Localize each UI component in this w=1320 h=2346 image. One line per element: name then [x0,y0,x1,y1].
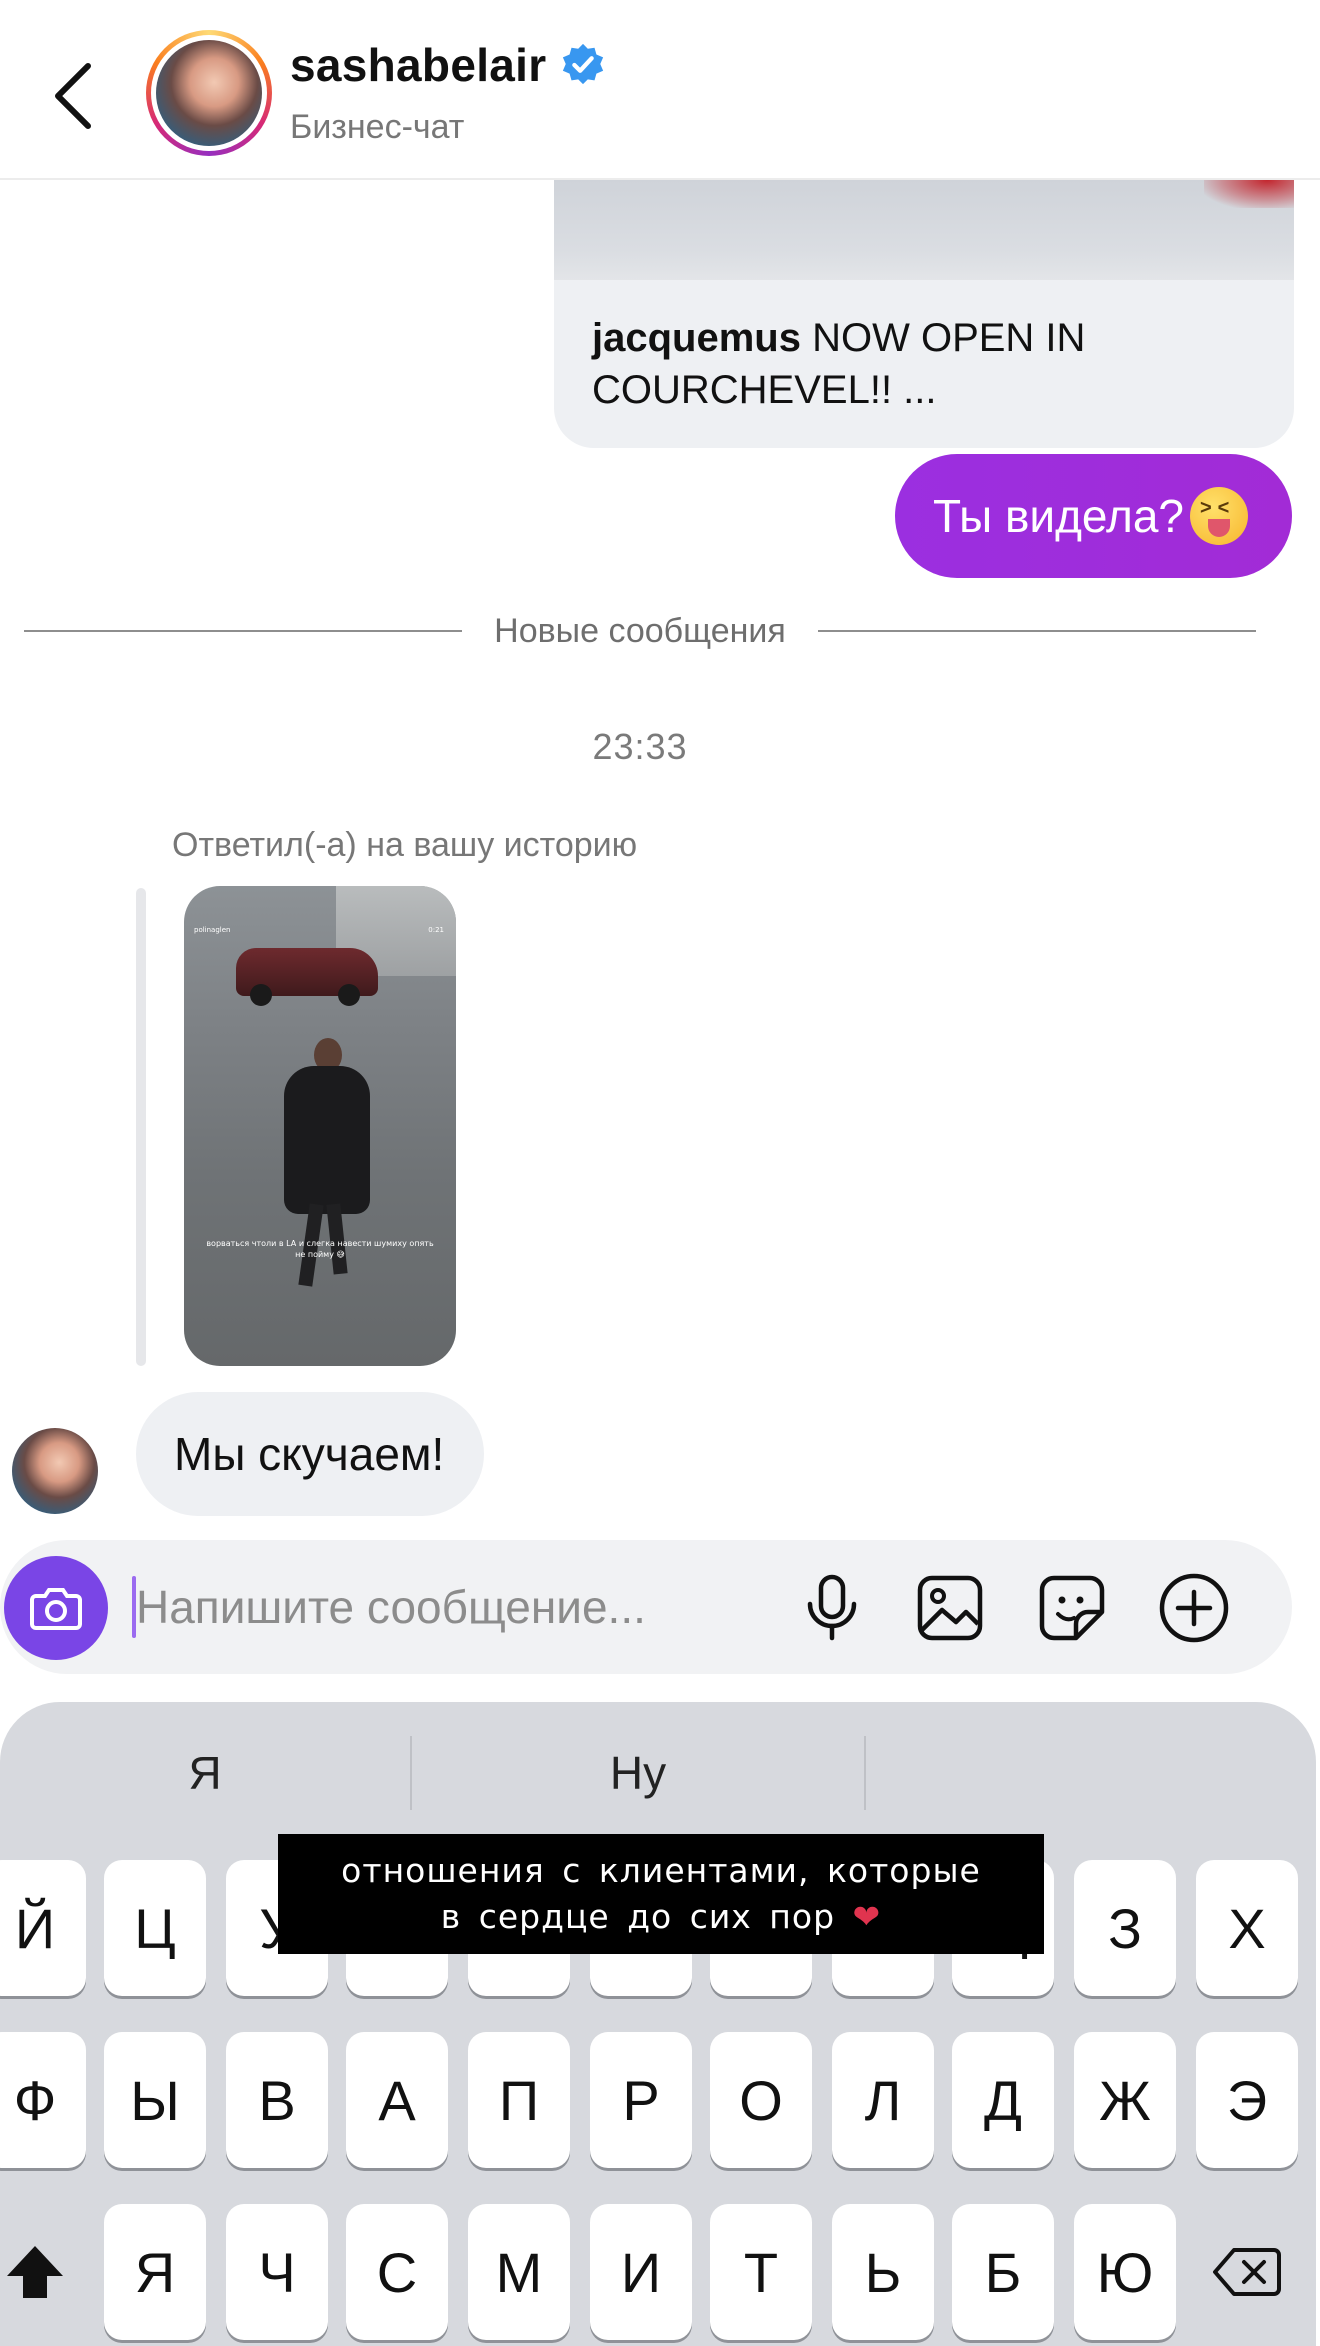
chat-subtitle: Бизнес-чат [290,108,465,146]
camera-button[interactable] [4,1556,108,1660]
caption-line-2: в сердце до сих пор [440,1897,836,1936]
image-icon [917,1575,983,1641]
story-username: polinaglen [194,926,231,934]
camera-icon [30,1588,82,1630]
suggestion-1[interactable]: Я [0,1736,410,1810]
backspace-icon [1213,2248,1281,2296]
message-timestamp: 23:33 [592,726,688,767]
shift-arrow-icon [7,2246,63,2298]
story-time: 0:21 [428,926,444,934]
sticker-button[interactable] [1034,1570,1110,1646]
key-row3-6[interactable]: Т [710,2204,812,2340]
microphone-icon [807,1574,857,1641]
chevron-left-icon [55,63,91,129]
key-row1-1[interactable]: Й [0,1860,86,1996]
verified-badge-icon [563,43,604,85]
key-row3-4[interactable]: М [468,2204,570,2340]
story-caption: ворваться чтоли в LA и слегка навести шу… [206,1239,434,1259]
key-row2-1[interactable]: Ф [0,2032,86,2168]
squinting-tongue-emoji-icon [1190,487,1248,545]
key-row2-7[interactable]: О [710,2032,812,2168]
microphone-button[interactable] [794,1570,870,1646]
key-row2-4[interactable]: А [346,2032,448,2168]
video-caption-overlay: отношения с клиентами, которые в сердце … [278,1834,1044,1954]
shared-post-card[interactable]: jacquemus NOW OPEN IN COURCHEVEL!! ... [554,180,1294,448]
shift-key[interactable] [0,2204,86,2340]
post-image [554,180,1294,280]
story-thumbnail[interactable]: polinaglen 0:21 ворваться чтоли в LA и с… [184,886,456,1366]
sticker-icon [1039,1575,1105,1641]
outgoing-message-text: Ты видела? [933,490,1184,542]
plus-circle-icon [1159,1573,1229,1643]
key-row1-11[interactable]: Х [1196,1860,1298,1996]
key-row2-3[interactable]: В [226,2032,328,2168]
incoming-message-bubble[interactable]: Мы скучаем! [136,1392,485,1516]
new-messages-label: Новые сообщения [494,611,786,650]
key-row1-10[interactable]: З [1074,1860,1176,1996]
key-row2-2[interactable]: Ы [104,2032,206,2168]
key-row3-9[interactable]: Ю [1074,2204,1176,2340]
incoming-message-text: Мы скучаем! [174,1428,445,1480]
message-input[interactable] [136,1570,756,1644]
username[interactable]: sashabelair [290,38,546,92]
key-row2-8[interactable]: Л [832,2032,934,2168]
reply-indicator-bar [136,888,146,1366]
key-row3-8[interactable]: Б [952,2204,1054,2340]
post-author: jacquemus [592,316,801,360]
key-row2-5[interactable]: П [468,2032,570,2168]
profile-avatar[interactable] [146,30,272,156]
post-caption: jacquemus NOW OPEN IN COURCHEVEL!! ... [554,280,1294,416]
sender-avatar[interactable] [12,1428,98,1514]
key-row3-1[interactable]: Я [104,2204,206,2340]
add-button[interactable] [1156,1570,1232,1646]
key-row2-9[interactable]: Д [952,2032,1054,2168]
key-row3-5[interactable]: И [590,2204,692,2340]
key-row1-2[interactable]: Ц [104,1860,206,1996]
story-reply-label: Ответил(-а) на вашу историю [172,826,638,864]
broken-heart-icon: ❤ [852,1897,882,1936]
message-composer [0,1540,1292,1674]
key-row2-6[interactable]: Р [590,2032,692,2168]
suggestion-bar: Я Ну [0,1736,1316,1810]
caption-line-1: отношения с клиентами, которые [341,1851,981,1890]
chat-header: sashabelair Бизнес-чат [0,0,1320,180]
outgoing-message-bubble[interactable]: Ты видела? [895,454,1292,578]
avatar-image [156,40,262,146]
back-button[interactable] [48,58,96,134]
backspace-key[interactable] [1196,2204,1298,2340]
new-messages-divider: Новые сообщения [24,608,1256,654]
key-row3-3[interactable]: С [346,2204,448,2340]
gallery-button[interactable] [912,1570,988,1646]
person-graphic [284,1066,370,1214]
key-row2-11[interactable]: Э [1196,2032,1298,2168]
key-row3-7[interactable]: Ь [832,2204,934,2340]
key-row3-2[interactable]: Ч [226,2204,328,2340]
car-graphic [236,948,378,1006]
suggestion-3[interactable] [866,1736,1316,1810]
suggestion-2[interactable]: Ну [412,1736,864,1810]
key-row2-10[interactable]: Ж [1074,2032,1176,2168]
